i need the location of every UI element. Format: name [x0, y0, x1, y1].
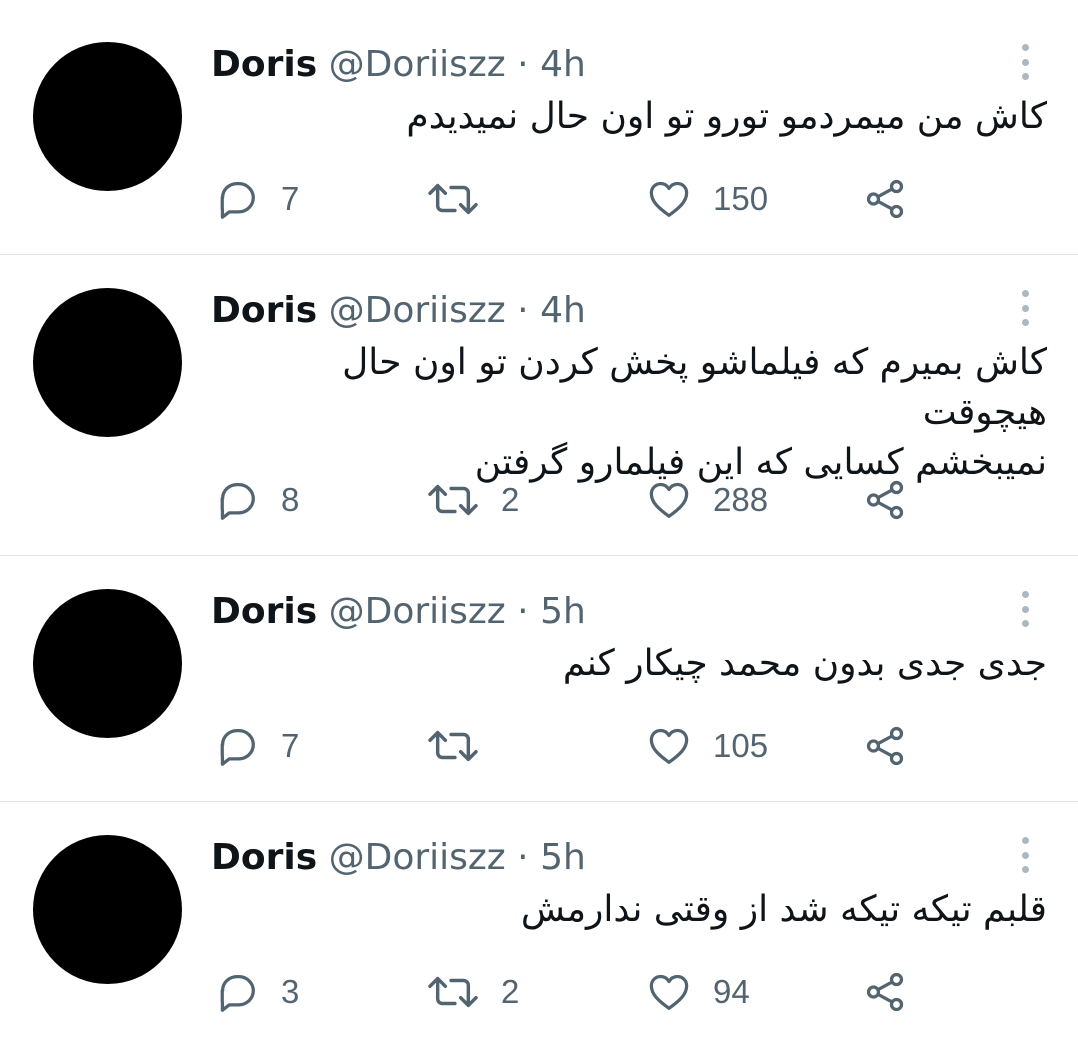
- timestamp[interactable]: 5h: [540, 837, 586, 878]
- user-handle[interactable]: @Doriiszz: [329, 837, 506, 878]
- heart-icon: [649, 482, 689, 518]
- retweet-icon: [428, 484, 478, 516]
- tweet[interactable]: Doris @Doriiszz · 4h کاش بمیرم که فیلماش…: [0, 255, 1078, 556]
- avatar[interactable]: [33, 589, 182, 738]
- user-handle[interactable]: @Doriiszz: [329, 44, 506, 85]
- reply-button[interactable]: 7: [214, 174, 299, 224]
- retweet-button[interactable]: [426, 721, 501, 771]
- reply-count: 7: [281, 727, 300, 764]
- reply-button[interactable]: 3: [214, 967, 299, 1017]
- reply-count: 7: [281, 180, 300, 217]
- reply-icon: [220, 182, 255, 219]
- retweet-icon: [428, 183, 478, 215]
- more-icon[interactable]: [1010, 835, 1040, 875]
- heart-icon: [649, 974, 689, 1010]
- avatar[interactable]: [33, 835, 182, 984]
- tweet-header: Doris @Doriiszz · 4h: [211, 289, 586, 333]
- display-name[interactable]: Doris: [211, 591, 317, 632]
- like-button[interactable]: 94: [646, 967, 750, 1017]
- tweet-feed: Doris @Doriiszz · 4h کاش من میمردمو تورو…: [0, 0, 1078, 1038]
- display-name[interactable]: Doris: [211, 290, 317, 331]
- like-count: 288: [713, 481, 769, 518]
- like-button[interactable]: 105: [646, 721, 768, 771]
- retweet-icon: [428, 976, 478, 1008]
- tweet-header: Doris @Doriiszz · 4h: [211, 43, 586, 87]
- tweet-actions: 3 2 94: [0, 967, 1078, 1017]
- like-button[interactable]: 150: [646, 174, 768, 224]
- like-button[interactable]: 288: [646, 475, 768, 525]
- tweet-text: کاش من میمردمو تورو تو اون حال نمیدیدم: [211, 92, 1047, 142]
- timestamp[interactable]: 4h: [540, 44, 586, 85]
- tweet-actions: 7 105: [0, 721, 1078, 771]
- reply-icon: [220, 729, 255, 766]
- retweet-count: 2: [501, 973, 520, 1010]
- reply-icon: [220, 483, 255, 520]
- retweet-button[interactable]: 2: [426, 967, 519, 1017]
- tweet-actions: 8 2 288: [0, 475, 1078, 525]
- reply-icon: [220, 975, 255, 1012]
- retweet-icon: [428, 730, 478, 762]
- user-handle[interactable]: @Doriiszz: [329, 591, 506, 632]
- tweet-text-line: جدی جدی بدون محمد چیکار کنم: [562, 643, 1047, 684]
- share-icon: [866, 972, 904, 1012]
- tweet-text: قلبم تیکه تیکه شد از وقتی ندارمش: [211, 885, 1047, 935]
- avatar[interactable]: [33, 288, 182, 437]
- separator-dot: ·: [517, 837, 529, 878]
- reply-button[interactable]: 7: [214, 721, 299, 771]
- like-count: 105: [713, 727, 769, 764]
- more-icon[interactable]: [1010, 42, 1040, 82]
- display-name[interactable]: Doris: [211, 44, 317, 85]
- retweet-count: 2: [501, 481, 520, 518]
- tweet-text-line: قلبم تیکه تیکه شد از وقتی ندارمش: [520, 889, 1047, 930]
- tweet-actions: 7 150: [0, 174, 1078, 224]
- separator-dot: ·: [517, 44, 529, 85]
- tweet[interactable]: Doris @Doriiszz · 4h کاش من میمردمو تورو…: [0, 0, 1078, 255]
- tweet-text-line: کاش بمیرم که فیلماشو پخش کردن تو اون حال…: [342, 342, 1047, 433]
- tweet-text: کاش بمیرم که فیلماشو پخش کردن تو اون حال…: [211, 338, 1047, 488]
- more-icon[interactable]: [1010, 288, 1040, 328]
- share-icon: [866, 726, 904, 766]
- display-name[interactable]: Doris: [211, 837, 317, 878]
- timestamp[interactable]: 4h: [540, 290, 586, 331]
- tweet-text-line: کاش من میمردمو تورو تو اون حال نمیدیدم: [406, 96, 1047, 137]
- retweet-button[interactable]: [426, 174, 501, 224]
- reply-count: 3: [281, 973, 300, 1010]
- share-button[interactable]: [862, 721, 908, 771]
- separator-dot: ·: [517, 290, 529, 331]
- separator-dot: ·: [517, 591, 529, 632]
- reply-button[interactable]: 8: [214, 475, 299, 525]
- tweet[interactable]: Doris @Doriiszz · 5h قلبم تیکه تیکه شد ا…: [0, 802, 1078, 1038]
- reply-count: 8: [281, 481, 300, 518]
- share-button[interactable]: [862, 967, 908, 1017]
- tweet-header: Doris @Doriiszz · 5h: [211, 590, 586, 634]
- like-count: 150: [713, 180, 769, 217]
- share-button[interactable]: [862, 475, 908, 525]
- retweet-button[interactable]: 2: [426, 475, 519, 525]
- avatar[interactable]: [33, 42, 182, 191]
- heart-icon: [649, 728, 689, 764]
- more-icon[interactable]: [1010, 589, 1040, 629]
- heart-icon: [649, 181, 689, 217]
- timestamp[interactable]: 5h: [540, 591, 586, 632]
- share-icon: [866, 480, 904, 520]
- tweet-text: جدی جدی بدون محمد چیکار کنم: [211, 639, 1047, 689]
- share-button[interactable]: [862, 174, 908, 224]
- share-icon: [866, 179, 904, 219]
- tweet[interactable]: Doris @Doriiszz · 5h جدی جدی بدون محمد چ…: [0, 556, 1078, 802]
- tweet-header: Doris @Doriiszz · 5h: [211, 836, 586, 880]
- like-count: 94: [713, 973, 750, 1010]
- user-handle[interactable]: @Doriiszz: [329, 290, 506, 331]
